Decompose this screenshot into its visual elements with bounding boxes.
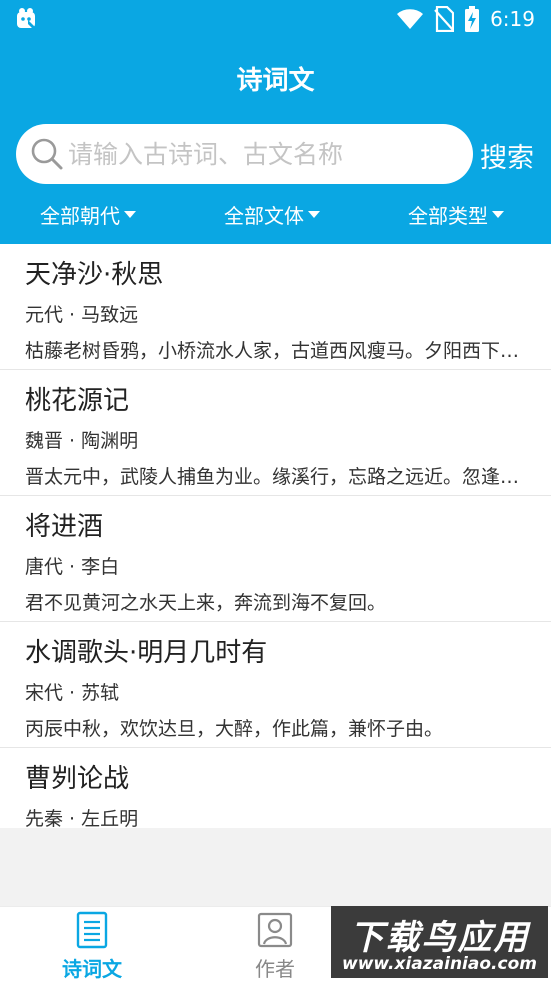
item-title: 将进酒 — [25, 512, 104, 542]
filter-type[interactable]: 全部类型 — [408, 200, 504, 229]
person-icon — [257, 912, 293, 948]
item-excerpt: 枯藤老树昏鸦，小桥流水人家，古道西风瘦马。夕阳西下，断肠人在天涯。 — [25, 340, 525, 362]
filter-genre-label: 全部文体 — [224, 204, 304, 228]
caret-down-icon — [308, 211, 320, 218]
system-icons: 6:19 — [396, 6, 535, 32]
item-author: 唐代 · 李白 — [25, 556, 120, 578]
list-item[interactable]: 桃花源记 魏晋 · 陶渊明 晋太元中，武陵人捕鱼为业。缘溪行，忘路之远近。忽逢桃… — [0, 370, 551, 496]
watermark-url: www.xiazainiao.com — [342, 954, 537, 974]
search-icon — [31, 138, 63, 170]
app-header: 6:19 诗词文 搜索 全部朝代 全部文体 全部类型 — [0, 0, 551, 244]
status-bar: 6:19 — [0, 0, 551, 40]
search-box[interactable] — [16, 124, 473, 184]
list-item[interactable]: 天净沙·秋思 元代 · 马致远 枯藤老树昏鸦，小桥流水人家，古道西风瘦马。夕阳西… — [0, 244, 551, 370]
item-excerpt: 君不见黄河之水天上来，奔流到海不复回。 — [25, 592, 387, 614]
filter-genre[interactable]: 全部文体 — [224, 200, 320, 229]
item-author: 宋代 · 苏轼 — [25, 682, 120, 704]
item-excerpt: 晋太元中，武陵人捕鱼为业。缘溪行，忘路之远近。忽逢桃花林。 — [25, 466, 525, 488]
list-item[interactable]: 曹刿论战 先秦 · 左丘明 — [0, 748, 551, 828]
search-button[interactable]: 搜索 — [480, 136, 534, 175]
item-title: 天净沙·秋思 — [25, 260, 164, 290]
list-item[interactable]: 水调歌头·明月几时有 宋代 · 苏轼 丙辰中秋，欢饮达旦，大醉，作此篇，兼怀子由… — [0, 622, 551, 748]
no-sim-icon — [434, 6, 455, 32]
item-author: 先秦 · 左丘明 — [25, 808, 139, 828]
tab-poems[interactable]: 诗词文 — [2, 907, 182, 981]
item-author: 元代 · 马致远 — [25, 304, 139, 326]
item-title: 曹刿论战 — [25, 764, 130, 794]
wifi-icon — [397, 9, 424, 29]
filter-bar: 全部朝代 全部文体 全部类型 — [0, 200, 551, 230]
item-excerpt: 丙辰中秋，欢饮达旦，大醉，作此篇，兼怀子由。 — [25, 718, 444, 740]
watermark-title: 下载鸟应用 — [349, 918, 530, 958]
filter-dynasty[interactable]: 全部朝代 — [40, 200, 136, 229]
filter-dynasty-label: 全部朝代 — [40, 204, 120, 228]
app-notification-icon — [17, 8, 38, 30]
list-item[interactable]: 将进酒 唐代 · 李白 君不见黄河之水天上来，奔流到海不复回。 — [0, 496, 551, 622]
tab-poems-label: 诗词文 — [62, 957, 122, 981]
page-title: 诗词文 — [236, 66, 315, 96]
caret-down-icon — [124, 211, 136, 218]
search-input[interactable] — [68, 139, 448, 169]
watermark: 下载鸟应用 www.xiazainiao.com — [331, 906, 548, 978]
caret-down-icon — [492, 211, 504, 218]
document-icon — [76, 911, 108, 949]
item-title: 桃花源记 — [25, 386, 130, 416]
battery-charging-icon — [465, 6, 480, 32]
filter-type-label: 全部类型 — [408, 204, 488, 228]
item-author: 魏晋 · 陶渊明 — [25, 430, 139, 452]
status-time: 6:19 — [490, 7, 535, 31]
item-title: 水调歌头·明月几时有 — [25, 638, 268, 668]
poem-list: 天净沙·秋思 元代 · 马致远 枯藤老树昏鸦，小桥流水人家，古道西风瘦马。夕阳西… — [0, 244, 551, 828]
